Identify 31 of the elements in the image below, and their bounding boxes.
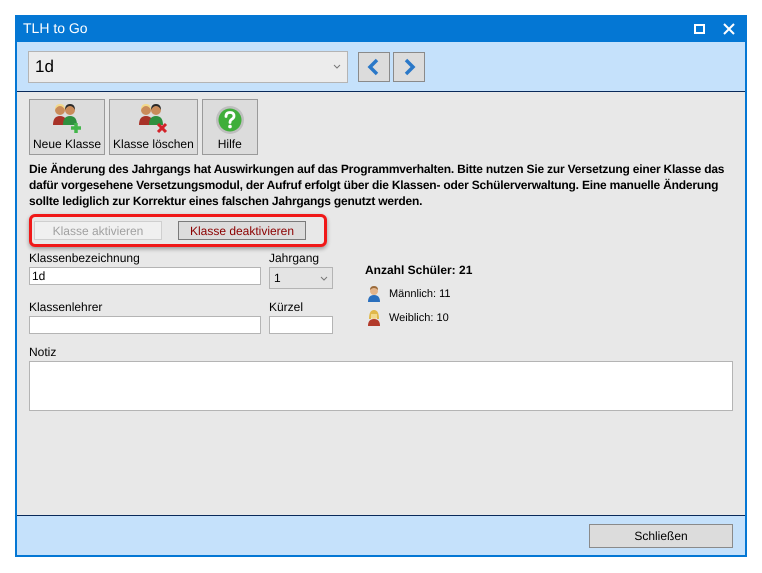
chevron-down-icon bbox=[333, 64, 341, 69]
chevron-left-icon bbox=[367, 58, 381, 76]
notice-text: Die Änderung des Jahrgangs hat Auswirkungen auf das Programmverhalten. Bitte nutzen Sie zur Versetzung einer Klasse das dafür vorgesehene Versetzungsmodul, der Aufruf erfolgt über die Klassen- oder Schülerverwaltung. Eine manuelle Änderung sollte lediglich zur Korrektur eines falschen Jahrgangs genutzt werden. bbox=[29, 161, 726, 209]
person-icon bbox=[367, 286, 381, 302]
chevron-right-icon bbox=[402, 58, 416, 76]
field-label: Jahrgang bbox=[269, 250, 320, 267]
field-label: Klassenbezeichnung bbox=[29, 250, 141, 267]
field-label: Klassenlehrer bbox=[29, 299, 104, 316]
close-icon bbox=[723, 22, 735, 34]
deactivate-button[interactable]: Klasse deaktivieren bbox=[178, 221, 306, 240]
student-stat: Weiblich: 10 bbox=[389, 310, 449, 326]
student-count: Anzahl Schüler: 21 bbox=[365, 262, 472, 279]
close-dialog-button[interactable]: Schließen bbox=[589, 524, 733, 548]
class-name-field[interactable]: 1d bbox=[29, 267, 261, 285]
toolbar-button[interactable]: Hilfe bbox=[202, 99, 258, 155]
chevron-down-icon bbox=[320, 276, 328, 280]
toolbar-button[interactable]: Klasse löschen bbox=[109, 99, 198, 155]
toolbar-button[interactable]: Neue Klasse bbox=[29, 99, 106, 155]
student-stat: Männlich: 11 bbox=[389, 286, 451, 302]
field-label: Notiz bbox=[29, 344, 58, 361]
teacher-field[interactable] bbox=[29, 316, 261, 334]
person-icon bbox=[367, 310, 381, 326]
question-mark-icon bbox=[214, 105, 245, 135]
note-field[interactable] bbox=[29, 361, 733, 411]
field-label: Kürzel bbox=[269, 299, 304, 316]
class-dropdown[interactable]: 1d bbox=[28, 50, 348, 82]
window-title: TLH to Go bbox=[23, 19, 88, 38]
year-dropdown[interactable]: 1 bbox=[269, 267, 333, 289]
previous-button[interactable] bbox=[358, 52, 390, 82]
short-name-field[interactable] bbox=[269, 316, 333, 334]
next-button[interactable] bbox=[393, 52, 425, 82]
